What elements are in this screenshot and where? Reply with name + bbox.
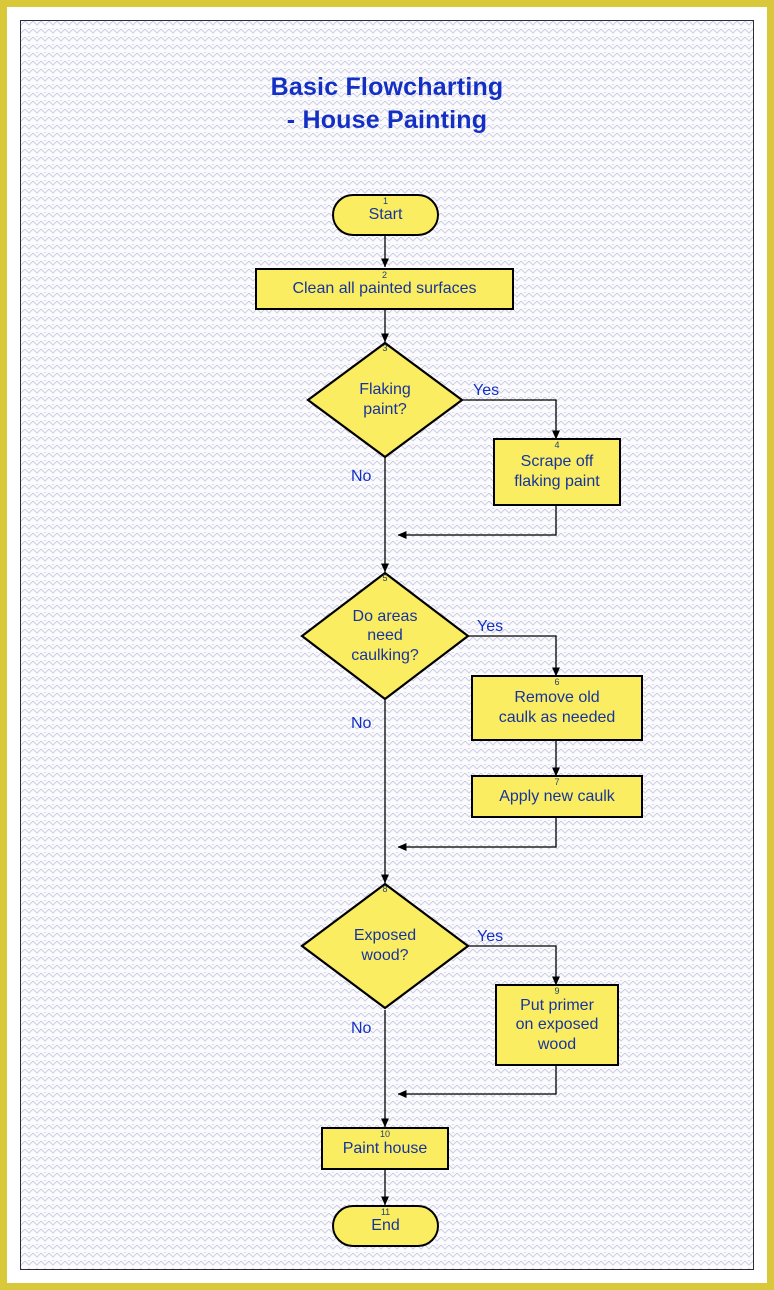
edge-label-wood-no: No (351, 1020, 372, 1037)
node-put-primer[interactable]: 9 Put primer on exposed wood (495, 984, 619, 1066)
node-paint-house[interactable]: 10 Paint house (321, 1127, 449, 1170)
diagram-frame: Basic Flowcharting - House Painting 1 St… (20, 20, 754, 1270)
node-scrape-paint[interactable]: 4 Scrape off flaking paint (493, 438, 621, 506)
edge-label-wood-yes: Yes (477, 928, 504, 945)
node-number-11: 11 (380, 1207, 391, 1217)
edge-label-caulking-no: No (351, 715, 372, 732)
node-number-1: 1 (382, 196, 388, 206)
node-label-scrape-paint: Scrape off flaking paint (514, 453, 600, 490)
node-number-7: 7 (554, 777, 560, 787)
edge-scrape-to-merge (397, 506, 557, 539)
node-number-9: 9 (554, 986, 560, 996)
node-apply-caulk[interactable]: 7 Apply new caulk (471, 775, 643, 818)
edge-label-flaking-no: No (351, 468, 372, 485)
node-number-4: 4 (554, 440, 560, 450)
node-end[interactable]: 11 End (332, 1205, 439, 1247)
node-label-start: Start (368, 206, 403, 224)
node-label-put-primer: Put primer on exposed wood (515, 996, 599, 1053)
edge-wood-yes (463, 945, 560, 986)
node-label-remove-caulk: Remove old caulk as needed (498, 689, 616, 726)
diagram-canvas: Basic Flowcharting - House Painting 1 St… (21, 21, 753, 1269)
edge-apply-to-merge (397, 817, 557, 851)
node-label-clean-surfaces: Clean all painted surfaces (292, 280, 477, 298)
node-remove-caulk[interactable]: 6 Remove old caulk as needed (471, 675, 643, 741)
decision-diamond-shape (306, 341, 464, 459)
node-number-5: 5 (382, 573, 388, 583)
node-exposed-wood[interactable]: 8 Exposed wood? (300, 882, 470, 1010)
edge-label-flaking-yes: Yes (473, 382, 500, 399)
node-label-paint-house: Paint house (342, 1139, 428, 1157)
node-number-3: 3 (382, 343, 388, 353)
decision-diamond-shape (300, 882, 470, 1010)
decision-diamond-shape (300, 571, 470, 701)
edge-primer-to-merge (397, 1065, 557, 1098)
node-label-apply-caulk: Apply new caulk (499, 787, 615, 805)
node-number-6: 6 (554, 677, 560, 687)
node-flaking-paint[interactable]: 3 Flaking paint? (306, 341, 464, 459)
node-number-10: 10 (379, 1129, 390, 1139)
node-number-8: 8 (382, 884, 388, 894)
edge-flaking-yes (463, 399, 560, 440)
node-need-caulking[interactable]: 5 Do areas need caulking? (300, 571, 470, 701)
node-number-2: 2 (381, 270, 387, 280)
edge-label-caulking-yes: Yes (477, 618, 504, 635)
node-start[interactable]: 1 Start (332, 194, 439, 236)
node-label-end: End (371, 1217, 400, 1235)
flowchart-page: Basic Flowcharting - House Painting 1 St… (0, 0, 774, 1290)
node-clean-surfaces[interactable]: 2 Clean all painted surfaces (255, 268, 514, 310)
edge-caulk-yes (463, 635, 560, 677)
